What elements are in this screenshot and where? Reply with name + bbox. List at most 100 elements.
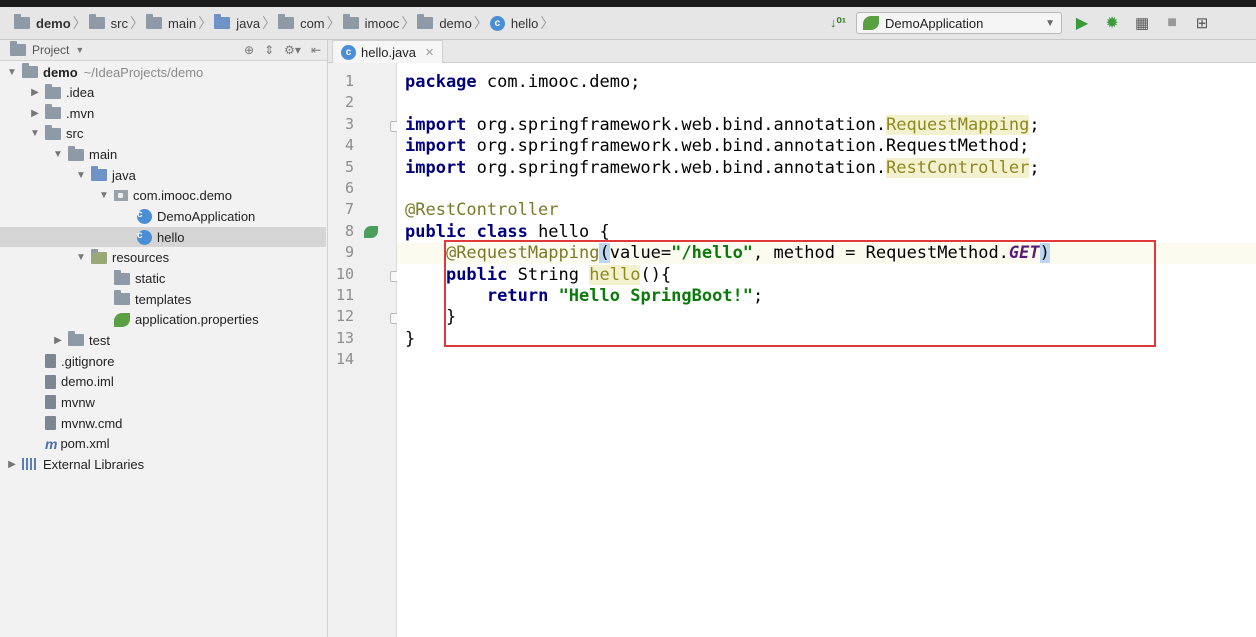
- project-path: ~/IdeaProjects/demo: [83, 64, 204, 80]
- project-panel-title[interactable]: Project: [32, 43, 69, 57]
- code-token: org.springframework.web.bind.annotation.: [466, 157, 887, 178]
- breadcrumb-item-src[interactable]: src: [88, 14, 128, 31]
- tree-item-label: application.properties: [135, 312, 259, 328]
- coverage-icon[interactable]: ▦: [1132, 14, 1152, 32]
- breadcrumb-item-java[interactable]: java: [214, 14, 260, 31]
- code-token: ): [1039, 243, 1050, 264]
- run-configuration-select[interactable]: DemoApplication ▼: [856, 12, 1063, 34]
- tree-item-main[interactable]: ▼ main: [0, 145, 326, 165]
- build-sort-icon[interactable]: ↓⁰¹: [830, 15, 846, 31]
- chevron-right-icon: 〉: [473, 15, 488, 31]
- collapse-icon[interactable]: ⇕: [264, 43, 274, 57]
- chevron-down-icon[interactable]: ▼: [75, 45, 84, 55]
- code-token: ;: [753, 286, 764, 306]
- folder-icon: [68, 145, 84, 161]
- tree-item-test[interactable]: ▶ test: [0, 330, 326, 350]
- collapsed-arrow-icon[interactable]: ▶: [29, 87, 41, 98]
- locate-icon[interactable]: ⊕: [244, 43, 254, 57]
- expanded-arrow-icon[interactable]: ▼: [52, 149, 64, 160]
- tree-item-java[interactable]: ▼ java: [0, 165, 326, 185]
- collapsed-arrow-icon[interactable]: ▶: [52, 335, 64, 346]
- tree-item-com-imooc-demo[interactable]: ▼ com.imooc.demo: [0, 186, 326, 206]
- code-editor[interactable]: package com.imooc.demo; import org.spring…: [397, 63, 1256, 637]
- tree-item-idea[interactable]: ▶ .idea: [0, 83, 326, 103]
- expanded-arrow-icon[interactable]: ▼: [6, 67, 18, 78]
- project-structure-icon[interactable]: ⊞: [1192, 14, 1212, 32]
- expanded-arrow-icon[interactable]: ▼: [75, 170, 87, 181]
- close-icon[interactable]: ✕: [425, 46, 434, 59]
- collapsed-arrow-icon[interactable]: ▶: [6, 459, 18, 470]
- line-number: 9: [344, 243, 354, 262]
- code-line: @RequestMapping(value="/hello", method =…: [405, 243, 1050, 264]
- file-icon: [45, 395, 56, 410]
- stop-icon[interactable]: ■: [1162, 14, 1182, 32]
- tree-item-demo-iml[interactable]: demo.iml: [0, 372, 326, 392]
- hide-icon[interactable]: ⇤: [311, 43, 321, 57]
- tree-item-mvnw[interactable]: mvnw: [0, 392, 326, 412]
- line-number: 2: [344, 93, 354, 112]
- code-token: import: [405, 157, 467, 178]
- code-line: public String hello(){: [405, 264, 671, 286]
- code-token: RestController: [886, 157, 1030, 178]
- tree-item-application-properties[interactable]: application.properties: [0, 310, 326, 330]
- breadcrumb-item-demo-package[interactable]: demo: [417, 14, 472, 31]
- tree-item-templates[interactable]: templates: [0, 289, 326, 309]
- expanded-arrow-icon[interactable]: ▼: [98, 190, 110, 201]
- tree-item-external-libraries[interactable]: ▶ External Libraries: [0, 454, 326, 474]
- code-token: RequestMapping: [886, 114, 1030, 135]
- expanded-arrow-icon[interactable]: ▼: [29, 128, 41, 139]
- tree-item-label: java: [112, 167, 136, 183]
- libraries-icon: [22, 458, 38, 471]
- tree-item-resources[interactable]: ▼ resources: [0, 248, 326, 268]
- line-number: 3: [344, 114, 354, 133]
- code-token: org.springframework.web.bind.annotation.: [466, 114, 887, 135]
- editor-gutter: 1 2 3 4 5 6 7 8 9 10 11 12 13 14: [328, 63, 424, 637]
- code-token: @RestController: [405, 200, 559, 221]
- breadcrumb-item-demo[interactable]: demo: [14, 14, 71, 31]
- code-token: GET: [1008, 243, 1040, 264]
- line-number: 13: [335, 328, 354, 347]
- project-panel-header: Project ▼ ⊕ ⇕ ⚙▾ ⇤: [0, 40, 327, 61]
- run-icon[interactable]: ▶: [1072, 13, 1092, 33]
- spring-bean-gutter-icon[interactable]: [364, 225, 378, 238]
- tree-item-static[interactable]: static: [0, 269, 326, 289]
- code-token: import: [405, 114, 467, 135]
- tree-item-demoapplication[interactable]: c DemoApplication: [0, 207, 326, 227]
- debug-icon[interactable]: ✹: [1102, 13, 1122, 33]
- ide-window: demo 〉 src 〉 main 〉 java 〉 com 〉 imooc 〉…: [0, 7, 1256, 637]
- tree-item-label: demo.iml: [61, 374, 114, 390]
- tree-item-src[interactable]: ▼ src: [0, 124, 326, 144]
- line-number: 1: [344, 72, 354, 90]
- code-token: (: [599, 243, 610, 264]
- class-icon: c: [137, 229, 152, 245]
- code-token: org.springframework.web.bind.annotation.…: [466, 136, 1030, 157]
- project-tool-window: Project ▼ ⊕ ⇕ ⚙▾ ⇤ ▼ demo ~/IdeaProjects/d…: [0, 40, 328, 637]
- code-line: }: [405, 329, 415, 350]
- expanded-arrow-icon[interactable]: ▼: [75, 252, 87, 263]
- resources-folder-icon: [91, 248, 107, 264]
- tree-item-mvn[interactable]: ▶ .mvn: [0, 103, 326, 123]
- code-token: @RequestMapping: [445, 243, 600, 264]
- gear-icon[interactable]: ⚙▾: [284, 43, 301, 57]
- folder-icon: [146, 14, 163, 29]
- module-folder-icon: [14, 14, 30, 29]
- tree-item-label: pom.xml: [60, 436, 110, 452]
- tree-item-gitignore[interactable]: .gitignore: [0, 351, 326, 371]
- tree-item-label: .gitignore: [61, 353, 115, 369]
- tree-item-mvnw-cmd[interactable]: mvnw.cmd: [0, 413, 326, 433]
- code-line: package com.imooc.demo;: [405, 72, 640, 93]
- chevron-right-icon: 〉: [198, 15, 213, 31]
- tab-hello-java[interactable]: c hello.java ✕: [332, 40, 444, 63]
- tree-item-hello[interactable]: c hello: [0, 227, 326, 248]
- dropdown-arrow-icon: ▼: [1045, 17, 1056, 29]
- breadcrumb-item-imooc[interactable]: imooc: [342, 14, 399, 31]
- breadcrumb-item-hello[interactable]: c hello: [489, 15, 538, 31]
- breadcrumb-item-com[interactable]: com: [278, 14, 325, 31]
- tree-item-demo[interactable]: ▼ demo ~/IdeaProjects/demo: [0, 62, 326, 82]
- tree-item-pom-xml[interactable]: m pom.xml: [0, 434, 326, 454]
- project-icon: [10, 41, 26, 56]
- collapsed-arrow-icon[interactable]: ▶: [29, 108, 41, 119]
- breadcrumb-item-main[interactable]: main: [146, 14, 196, 31]
